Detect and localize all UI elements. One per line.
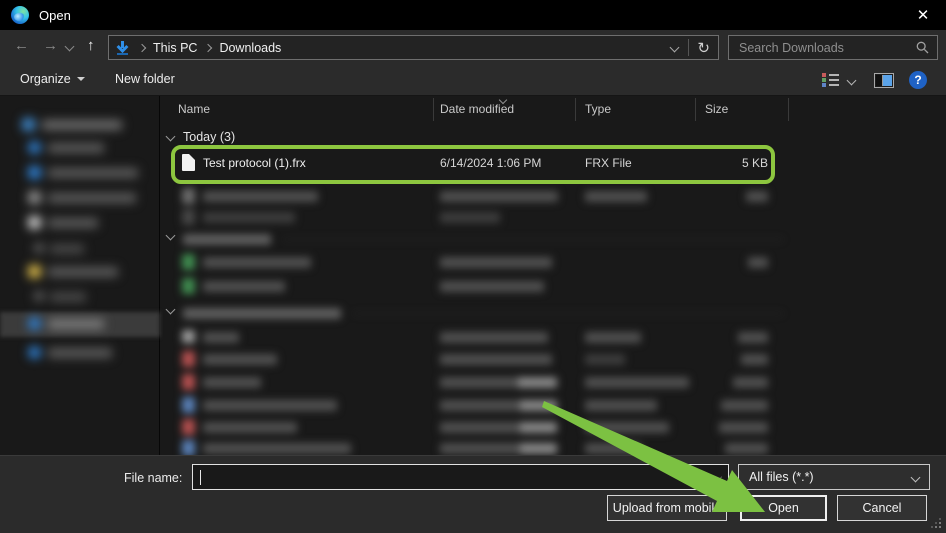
- view-options-chevron-icon[interactable]: [847, 76, 857, 86]
- sidebar-blurred-items: [0, 96, 159, 455]
- navigation-sidebar[interactable]: [0, 96, 160, 455]
- resize-grip[interactable]: [939, 526, 941, 528]
- address-dropdown-chevron-icon[interactable]: [670, 43, 680, 53]
- breadcrumb-separator-icon: [204, 43, 212, 51]
- breadcrumb-separator-icon: [138, 43, 146, 51]
- new-folder-button[interactable]: New folder: [115, 72, 175, 86]
- search-input[interactable]: [737, 40, 916, 56]
- divider: [688, 39, 689, 56]
- open-dialog: Open ✕ ← → ↑ This PC Downloads ↻: [0, 0, 946, 533]
- breadcrumb-this-pc[interactable]: This PC: [153, 41, 197, 55]
- text-caret: [200, 470, 201, 485]
- new-folder-label: New folder: [115, 72, 175, 86]
- window-title: Open: [39, 8, 71, 23]
- preview-pane-icon[interactable]: [874, 73, 894, 88]
- search-box: [728, 35, 938, 60]
- blurred-file-rows[interactable]: [163, 96, 946, 455]
- search-icon: [916, 41, 929, 54]
- file-name-label: File name:: [124, 471, 182, 485]
- up-icon[interactable]: ↑: [87, 38, 95, 54]
- upload-from-mobile-button[interactable]: Upload from mobile: [607, 495, 727, 521]
- back-icon[interactable]: ←: [14, 38, 29, 54]
- edge-logo-icon: [11, 6, 29, 24]
- open-button[interactable]: Open: [740, 495, 827, 521]
- recent-locations-chevron-icon[interactable]: [65, 42, 75, 52]
- organize-label: Organize: [20, 72, 71, 86]
- dropdown-triangle-icon: [77, 77, 85, 81]
- file-name-input[interactable]: [193, 465, 728, 489]
- dialog-footer: File name: All files (*.*) Upload from m…: [0, 455, 946, 533]
- file-list: Name Date modified Type Size Today (3) T…: [163, 96, 946, 455]
- file-type-value: All files (*.*): [749, 470, 814, 484]
- file-type-dropdown[interactable]: All files (*.*): [738, 464, 930, 490]
- file-name-box: [192, 464, 729, 490]
- navigation-bar: ← → ↑ This PC Downloads ↻: [0, 30, 946, 64]
- forward-icon[interactable]: →: [43, 38, 58, 54]
- view-details-icon[interactable]: [822, 73, 839, 87]
- refresh-icon[interactable]: ↻: [697, 39, 710, 57]
- command-toolbar: Organize New folder ?: [0, 64, 946, 96]
- close-button[interactable]: ✕: [900, 0, 946, 30]
- chevron-down-icon: [911, 472, 921, 482]
- address-bar[interactable]: This PC Downloads ↻: [108, 35, 719, 60]
- main-area: Name Date modified Type Size Today (3) T…: [0, 96, 946, 455]
- cancel-button[interactable]: Cancel: [837, 495, 927, 521]
- breadcrumb-downloads[interactable]: Downloads: [219, 41, 281, 55]
- help-icon[interactable]: ?: [909, 71, 927, 89]
- downloads-folder-icon: [115, 40, 130, 56]
- organize-button[interactable]: Organize: [20, 72, 85, 86]
- titlebar: Open ✕: [0, 0, 946, 30]
